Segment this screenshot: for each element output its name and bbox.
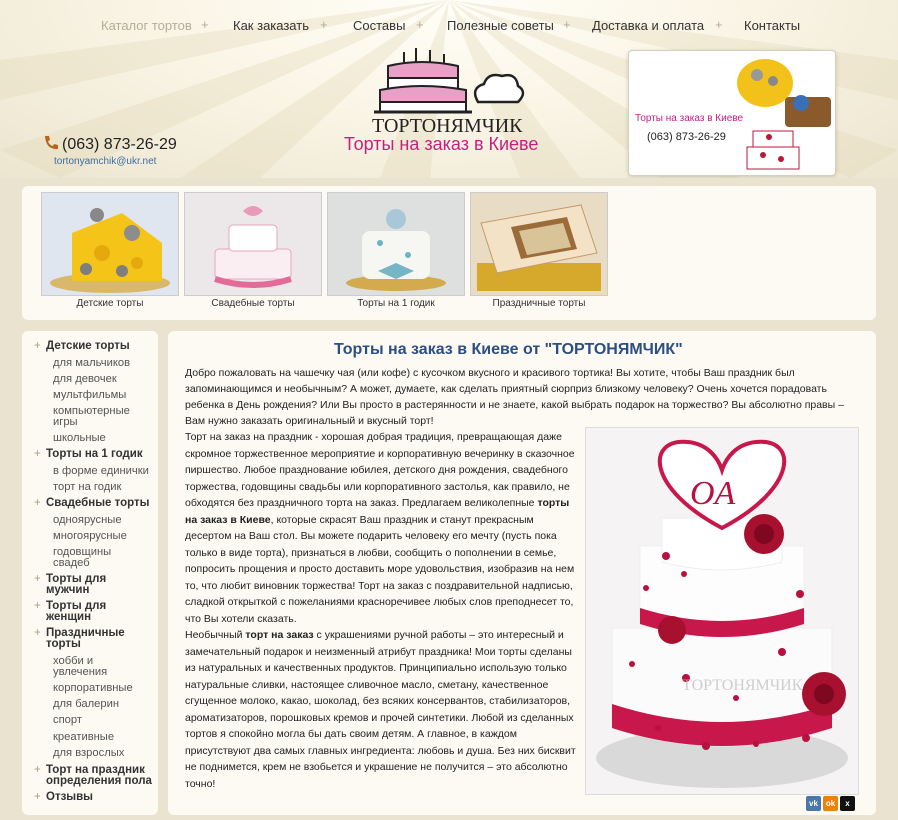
- nav-separator: +: [201, 17, 209, 32]
- category-wedding-cakes[interactable]: Свадебные торты: [184, 192, 322, 309]
- promo-cakes-image: [737, 59, 831, 170]
- nav-separator: +: [715, 17, 723, 32]
- paragraph-text: Необычный: [185, 629, 246, 641]
- plus-icon: +: [34, 497, 41, 509]
- sidebar-item-label: Отзывы: [46, 791, 94, 803]
- sidebar-item-cakes-for-men[interactable]: + Торты для мужчин: [34, 573, 140, 596]
- nav-contacts[interactable]: Контакты: [744, 18, 800, 33]
- category-label[interactable]: Праздничные торты: [470, 298, 608, 309]
- vk-share-icon[interactable]: vk: [806, 796, 821, 811]
- category-holiday-cakes[interactable]: Праздничные торты: [470, 192, 608, 309]
- sidebar-item-anniversaries[interactable]: годовщины свадеб: [53, 546, 133, 569]
- keyword-highlight: торт на заказ: [245, 629, 314, 641]
- sidebar-item-gender-reveal[interactable]: + Торт на праздник определения пола: [34, 764, 158, 787]
- plus-icon: +: [34, 340, 41, 352]
- site-logo[interactable]: ТОРТОНЯМЧИК: [366, 44, 536, 136]
- cake-initials: OA: [690, 475, 736, 512]
- category-label[interactable]: Детские торты: [41, 298, 179, 309]
- wedding-cake-image[interactable]: [184, 192, 322, 296]
- sidebar-item-holiday-cakes[interactable]: + Праздничные торты: [34, 627, 140, 650]
- sidebar-item-label: Праздничные торты: [46, 627, 125, 650]
- category-gallery: Детские торты Свадебные торты Торты на 1…: [22, 186, 876, 320]
- category-kids-cakes[interactable]: Детские торты: [41, 192, 179, 309]
- sidebar-item-for-girls[interactable]: для девочек: [53, 373, 157, 385]
- sidebar-item-first-birthday[interactable]: + Торты на 1 годик: [34, 448, 154, 460]
- book-cake-image[interactable]: [470, 192, 608, 296]
- cheese-cake-image[interactable]: [41, 192, 179, 296]
- header-slogan: Торты на заказ в Киеве: [344, 134, 539, 154]
- plus-icon: +: [34, 573, 41, 585]
- nav-how-to-order[interactable]: Как заказать: [233, 18, 309, 33]
- sidebar-item-wedding-cakes[interactable]: + Свадебные торты: [34, 497, 158, 509]
- category-label[interactable]: Торты на 1 годик: [327, 298, 465, 309]
- sidebar-item-hobbies[interactable]: хобби и увлечения: [53, 655, 123, 678]
- nav-separator: +: [416, 17, 424, 32]
- share-buttons: vk ok x: [804, 793, 855, 811]
- sidebar-item-number-one-shape[interactable]: в форме единички: [53, 465, 159, 477]
- sidebar-item-corporate[interactable]: корпоративные: [53, 682, 157, 694]
- nav-separator: +: [563, 17, 571, 32]
- sidebar-item-school[interactable]: школьные: [53, 432, 157, 444]
- sidebar-item-reviews[interactable]: + Отзывы: [34, 791, 154, 803]
- category-first-birthday[interactable]: Торты на 1 годик: [327, 192, 465, 309]
- article-text: Торт на заказ на праздник - хорошая добр…: [185, 429, 583, 792]
- promo-banner[interactable]: Торты на заказ в Киеве (063) 873-26-29: [628, 50, 836, 176]
- ok-share-icon[interactable]: ok: [823, 796, 838, 811]
- wedding-cake-photo: OA ТОРТОНЯМЧИК: [585, 427, 859, 795]
- sidebar-item-label: Торты для мужчин: [46, 573, 107, 596]
- bow-cake-image[interactable]: [327, 192, 465, 296]
- sidebar-item-sport[interactable]: спорт: [53, 714, 157, 726]
- sidebar-item-label: Торты для женщин: [46, 600, 107, 623]
- sidebar-item-computer-games[interactable]: компьютерные игры: [53, 405, 153, 428]
- sidebar-item-single-tier[interactable]: одноярусные: [53, 514, 157, 526]
- sidebar-item-for-boys[interactable]: для мальчиков: [53, 357, 157, 369]
- page-title: Торты на заказ в Киеве от "ТОРТОНЯМЧИК": [334, 341, 683, 358]
- nav-separator: +: [320, 17, 328, 32]
- sidebar-item-cartoons[interactable]: мультфильмы: [53, 389, 157, 401]
- paragraph-text: Торт на заказ на праздник - хорошая добр…: [185, 431, 575, 509]
- nav-delivery[interactable]: Доставка и оплата: [592, 18, 704, 33]
- promo-phone: (063) 873-26-29: [647, 131, 726, 143]
- nav-useful-tips[interactable]: Полезные советы: [447, 18, 554, 33]
- sidebar-item-birthday-cake[interactable]: торт на годик: [53, 481, 157, 493]
- sidebar-item-creative[interactable]: креативные: [53, 731, 157, 743]
- photo-watermark: ТОРТОНЯМЧИК: [682, 677, 803, 694]
- plus-icon: +: [34, 791, 41, 803]
- sidebar-item-ballerinas[interactable]: для балерин: [53, 698, 157, 710]
- intro-paragraph: Добро пожаловать на чашечку чая (или коф…: [185, 367, 844, 427]
- sidebar-item-kids-cakes[interactable]: + Детские торты: [34, 340, 154, 352]
- site-header: Каталог тортов + Как заказать + Составы …: [0, 0, 898, 178]
- plus-icon: +: [34, 627, 41, 639]
- category-label[interactable]: Свадебные торты: [184, 298, 322, 309]
- sidebar-item-label: Торты на 1 годик: [46, 448, 143, 460]
- sidebar-item-label: Свадебные торты: [46, 497, 150, 509]
- sidebar-item-for-adults[interactable]: для взрослых: [53, 747, 157, 759]
- paragraph-text: с украшениями ручной работы – это интере…: [185, 629, 576, 790]
- sidebar-item-label: Детские торты: [46, 340, 130, 352]
- top-navigation: Каталог тортов + Как заказать + Составы …: [0, 17, 898, 38]
- nav-ingredients[interactable]: Составы: [353, 18, 405, 33]
- sidebar-menu: + Детские торты для мальчиков для девочек…: [22, 331, 158, 815]
- header-email[interactable]: tortonyamchik@ukr.net: [54, 156, 156, 167]
- sidebar-item-multi-tier[interactable]: многоярусные: [53, 530, 157, 542]
- nav-catalog[interactable]: Каталог тортов: [101, 18, 192, 33]
- promo-title: Торты на заказ в Киеве: [635, 113, 744, 124]
- phone-number[interactable]: (063) 873-26-29: [62, 136, 177, 153]
- plus-icon: +: [34, 600, 41, 612]
- paragraph-text: , которые скрасят Ваш праздник и станут …: [185, 513, 575, 625]
- x-share-icon[interactable]: x: [840, 796, 855, 811]
- phone-icon: [45, 136, 58, 150]
- logo-text: ТОРТОНЯМЧИК: [372, 115, 523, 136]
- plus-icon: +: [34, 764, 41, 776]
- header-phone: (063) 873-26-29: [42, 134, 177, 154]
- sidebar-item-cakes-for-women[interactable]: + Торты для женщин: [34, 600, 140, 623]
- sidebar-item-label: Торт на праздник определения пола: [46, 764, 152, 787]
- plus-icon: +: [34, 448, 41, 460]
- main-content: Торты на заказ в Киеве от "ТОРТОНЯМЧИК" …: [168, 331, 876, 815]
